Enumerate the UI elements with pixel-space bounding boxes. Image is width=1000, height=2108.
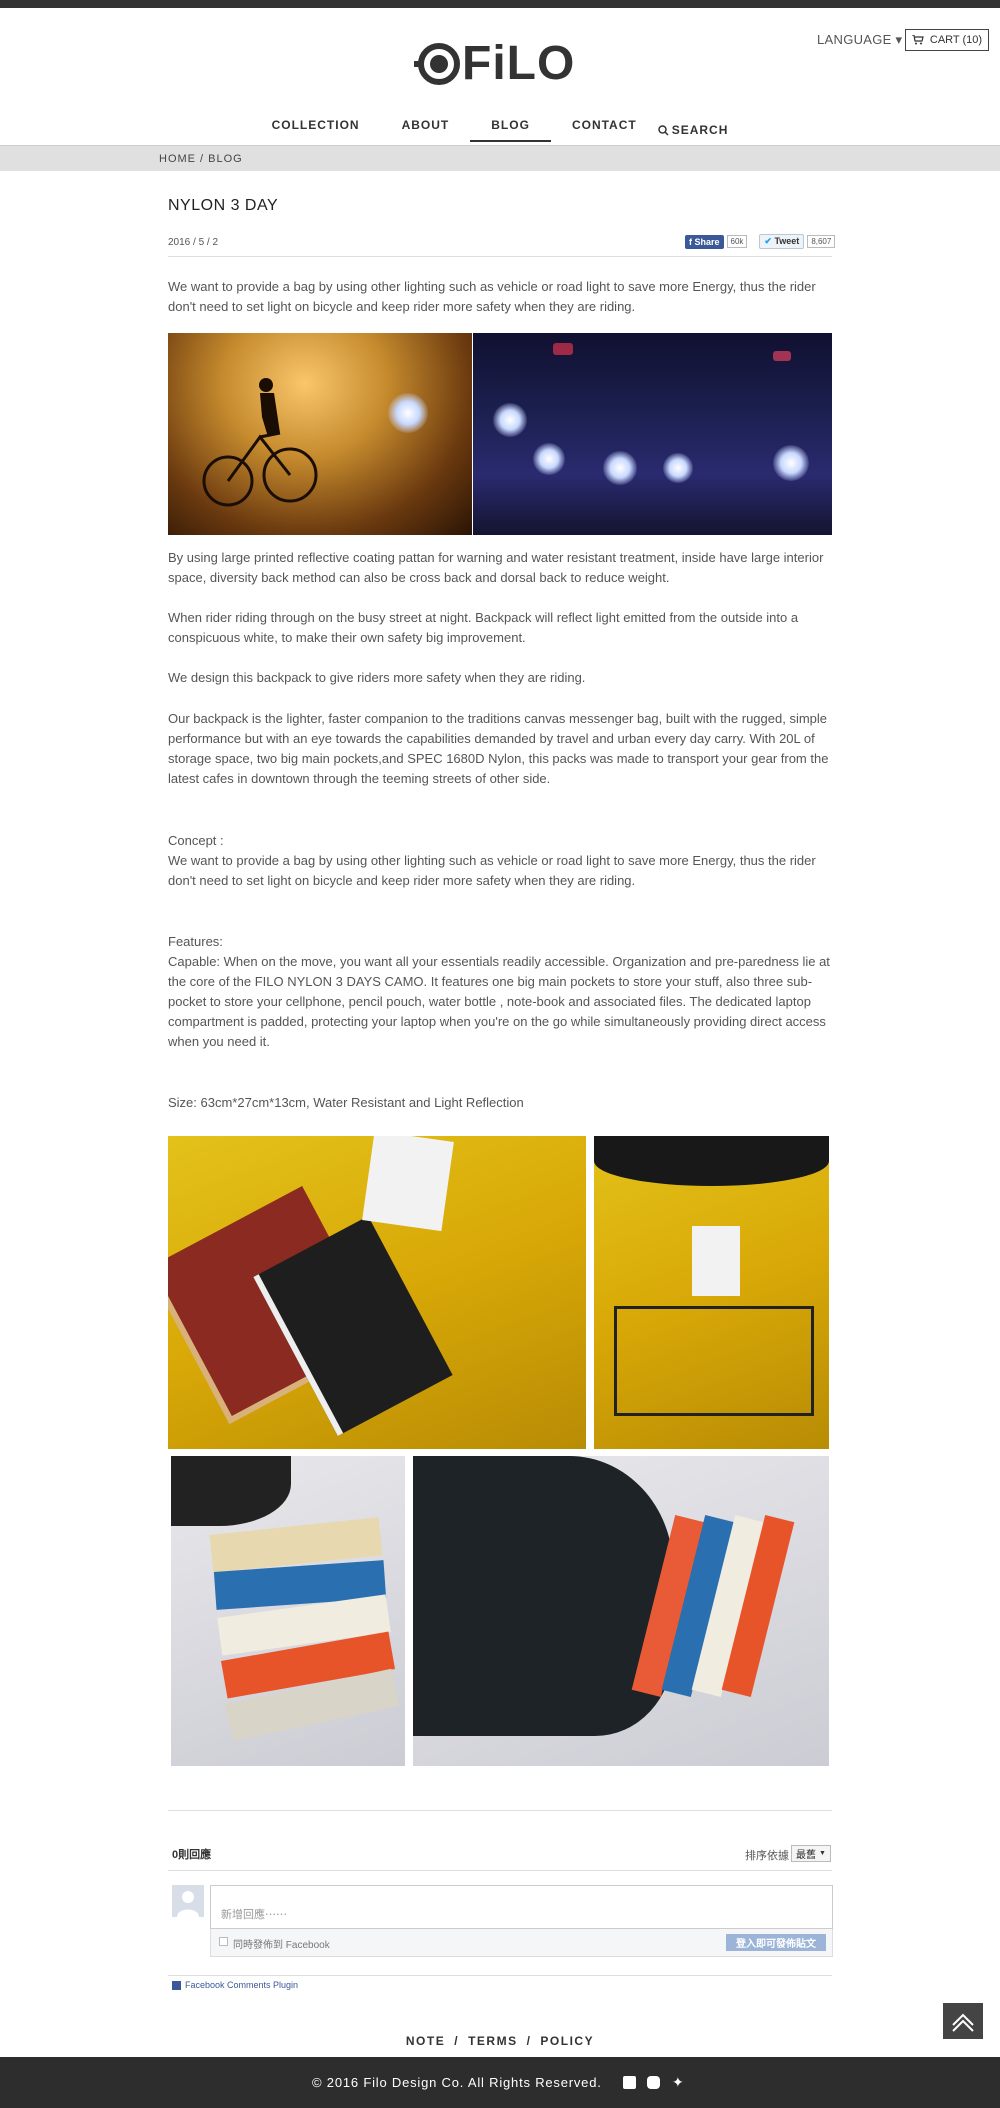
comment-placeholder: 新增回應⋯⋯	[221, 1909, 287, 1921]
nav-item-contact[interactable]: CONTACT	[551, 118, 658, 142]
site-logo[interactable]: FiLO	[414, 37, 576, 90]
concept-label: Concept :	[168, 833, 224, 848]
size-text: Size: 63cm*27cm*13cm, Water Resistant an…	[168, 1095, 524, 1110]
cart-icon	[911, 35, 924, 45]
paragraph-safety: We design this backpack to give riders m…	[168, 670, 586, 685]
sort-value: 最舊	[796, 1850, 817, 1861]
comment-input[interactable]: 新增回應⋯⋯	[210, 1885, 833, 1929]
copyright-text: © 2016 Filo Design Co. All Rights Reserv…	[312, 2075, 602, 2090]
instagram-icon[interactable]	[647, 2076, 660, 2089]
footer-links: NOTE / TERMS / POLICY	[405, 2034, 595, 2048]
also-post-label: 同時發佈到 Facebook	[233, 1940, 330, 1951]
nav-item-collection[interactable]: COLLECTION	[251, 118, 381, 142]
tweet-button[interactable]: ✔ Tweet	[759, 234, 805, 249]
plugin-label: Facebook Comments Plugin	[185, 1980, 299, 1990]
avatar	[172, 1885, 204, 1917]
logo-mark-icon	[414, 43, 460, 85]
language-selector[interactable]: LANGUAGE ▾	[817, 32, 902, 48]
comments-header-divider	[168, 1870, 832, 1871]
paragraph-night-riding: When rider riding through on the busy st…	[168, 610, 799, 645]
facebook-share-button[interactable]: f Share	[685, 234, 724, 249]
sort-dropdown[interactable]: 最舊 ▼	[791, 1845, 831, 1862]
share-buttons: f Share 60k ✔ Tweet 8,607	[685, 234, 836, 249]
logo-text: FiLO	[462, 37, 576, 90]
nav-item-about[interactable]: ABOUT	[381, 118, 471, 142]
comments-divider	[168, 1810, 832, 1811]
twitter-icon: ✔	[764, 236, 775, 246]
title-divider	[168, 256, 832, 257]
night-traffic-photo	[473, 333, 832, 535]
site-header: LANGUAGE ▾ CART (10) FiLO COLLECTION ABO…	[0, 8, 1000, 145]
facebook-icon[interactable]	[623, 2076, 636, 2089]
facebook-icon	[172, 1980, 181, 1990]
bag-pocket-photo	[594, 1136, 829, 1449]
search-label: SEARCH	[671, 123, 729, 137]
bag-side-photo	[413, 1456, 829, 1766]
share-label: Share	[694, 236, 720, 247]
sort-label: 排序依據	[745, 1850, 789, 1862]
default-avatar-icon	[177, 1891, 199, 1917]
concept-text: We want to provide a bag by using other …	[168, 853, 816, 888]
search-icon	[657, 124, 669, 136]
top-bar	[0, 0, 1000, 8]
post-date: 2016 / 5 / 2	[168, 237, 219, 248]
chevron-down-icon: ▼	[819, 1850, 826, 1857]
breadcrumb-text[interactable]: HOME / BLOG	[159, 153, 243, 165]
comment-count: 0則回應	[172, 1849, 212, 1861]
comments-footer-divider	[168, 1975, 832, 1976]
features-label: Features:	[168, 934, 223, 949]
also-post-checkbox[interactable]	[219, 1937, 228, 1946]
bag-magazines-photo	[171, 1456, 405, 1766]
share-count: 60k	[726, 235, 748, 248]
twitter-icon[interactable]: ✦	[672, 2074, 684, 2091]
features-text: Capable: When on the move, you want all …	[168, 954, 830, 1049]
tweet-count: 8,607	[807, 235, 836, 248]
footer-link-policy[interactable]: POLICY	[540, 2034, 594, 2048]
post-title: NYLON 3 DAY	[168, 197, 279, 214]
nav-search[interactable]: SEARCH	[657, 118, 750, 142]
nav-item-blog[interactable]: BLOG	[470, 118, 551, 142]
login-to-post-button[interactable]: 登入即可發佈貼文	[726, 1934, 826, 1951]
cart-button[interactable]: CART (10)	[905, 29, 989, 51]
main-nav: COLLECTION ABOUT BLOG CONTACT SEARCH	[0, 118, 1000, 142]
paragraph-companion: Our backpack is the lighter, faster comp…	[168, 711, 829, 786]
facebook-plugin-link[interactable]: Facebook Comments Plugin	[172, 1980, 298, 1990]
rider-fog-photo	[168, 333, 472, 535]
paragraph-reflective: By using large printed reflective coatin…	[168, 550, 824, 585]
tweet-label: Tweet	[774, 236, 800, 246]
footer-link-terms[interactable]: TERMS	[468, 2034, 518, 2048]
breadcrumb: HOME / BLOG	[0, 145, 1000, 171]
bag-interior-books-photo	[168, 1136, 586, 1449]
site-footer: © 2016 Filo Design Co. All Rights Reserv…	[0, 2057, 1000, 2108]
intro-paragraph: We want to provide a bag by using other …	[168, 279, 816, 314]
cart-label: CART (10)	[929, 34, 983, 46]
footer-link-note[interactable]: NOTE	[406, 2034, 445, 2048]
